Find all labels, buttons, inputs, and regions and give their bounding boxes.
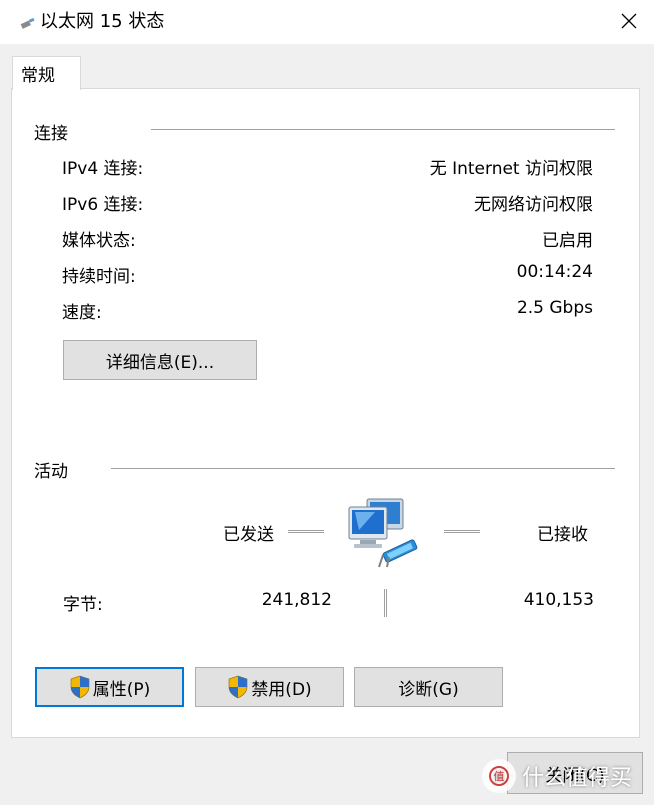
connection-section-title: 连接 [34, 124, 68, 144]
received-line [444, 530, 480, 533]
network-computers-icon [348, 498, 418, 568]
bytes-label: 字节: [63, 595, 103, 615]
sent-line [288, 530, 324, 533]
watermark-text: 什么值得买 [522, 766, 633, 791]
details-button[interactable]: 详细信息(E)... [63, 340, 257, 380]
activity-section-title: 活动 [34, 462, 68, 482]
disable-button[interactable]: 禁用(D) [195, 667, 344, 707]
speed-value: 2.5 Gbps [516, 298, 593, 318]
disable-button-label: 禁用(D) [251, 679, 312, 700]
uac-shield-icon [229, 675, 248, 699]
tab-general[interactable]: 常规 [12, 56, 81, 90]
bytes-received-value: 410,153 [523, 590, 594, 610]
media-state-value: 已启用 [542, 231, 593, 251]
title-bar: 以太网 15 状态 [0, 0, 654, 44]
ipv6-label: IPv6 连接: [62, 195, 144, 215]
diagnose-button[interactable]: 诊断(G) [354, 667, 503, 707]
ipv4-label: IPv4 连接: [62, 159, 144, 179]
media-state-label: 媒体状态: [62, 231, 136, 251]
duration-label: 持续时间: [62, 267, 136, 287]
sent-label: 已发送 [223, 525, 274, 545]
bytes-divider [384, 589, 387, 617]
uac-shield-icon [70, 675, 90, 699]
ipv4-value: 无 Internet 访问权限 [429, 159, 593, 179]
window-title: 以太网 15 状态 [40, 11, 165, 32]
network-adapter-icon [20, 17, 35, 29]
connection-divider [151, 129, 615, 130]
speed-label: 速度: [62, 303, 102, 323]
bytes-sent-value: 241,812 [261, 590, 332, 610]
duration-value: 00:14:24 [516, 262, 593, 282]
close-window-button[interactable] [616, 8, 642, 34]
tab-panel-general: 连接 IPv4 连接: 无 Internet 访问权限 IPv6 连接: 无网络… [11, 88, 640, 738]
close-icon [621, 13, 637, 29]
properties-button[interactable]: 属性(P) [35, 667, 184, 707]
received-label: 已接收 [537, 525, 588, 545]
svg-text:值: 值 [494, 770, 505, 783]
properties-button-label: 属性(P) [92, 679, 151, 700]
activity-divider [111, 468, 615, 469]
watermark-logo-icon: 值 [482, 759, 516, 793]
watermark: 值 什么值得买 [482, 752, 652, 800]
ipv6-value: 无网络访问权限 [474, 195, 593, 215]
